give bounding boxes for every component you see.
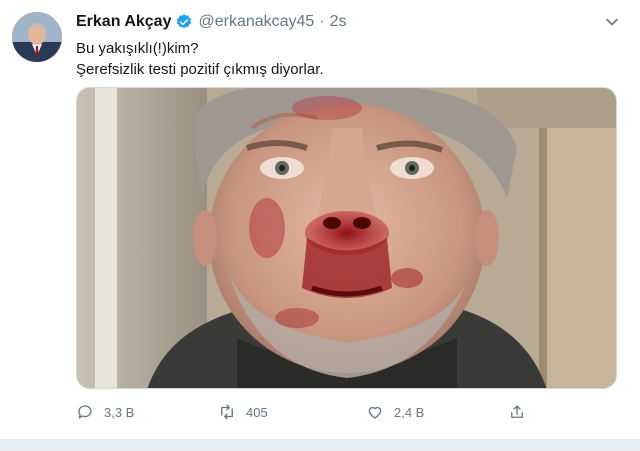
tweet-card[interactable]: Erkan Akçay @erkanakcay45 · 2s Bu yakışı… [0,0,640,451]
retweet-count: 405 [246,404,268,420]
like-count: 2,4 B [394,404,425,420]
reply-icon [78,405,92,419]
tweet-timestamp[interactable]: 2s [330,13,347,31]
avatar[interactable] [12,12,62,62]
author-handle[interactable]: @erkanakcay45 [198,13,314,31]
reply-count: 3,3 B [104,404,135,420]
retweet-button[interactable]: 405 [218,401,268,423]
author-name[interactable]: Erkan Akçay [76,13,171,31]
share-button[interactable] [508,401,536,423]
tweet-text-line-1: Bu yakışıklı(!)kim? [76,40,199,57]
chevron-down-icon[interactable] [604,14,620,30]
retweet-icon [221,404,233,420]
tweet-actions: 3,3 B 405 2,4 B [76,401,536,423]
tweet-photo[interactable] [76,87,617,389]
tweet-header: Erkan Akçay @erkanakcay45 · 2s [76,13,347,31]
heart-icon [368,406,382,419]
separator-dot: · [319,13,325,30]
verified-badge-icon [175,13,193,31]
share-icon [511,405,523,418]
tweet-text: Bu yakışıklı(!)kim? Şerefsizlik testi po… [76,38,324,80]
tweet-text-line-2: Şerefsizlik testi pozitif çıkmış diyorla… [76,61,324,78]
timeline-divider [0,439,640,451]
like-button[interactable]: 2,4 B [366,401,424,423]
reply-button[interactable]: 3,3 B [76,401,134,423]
